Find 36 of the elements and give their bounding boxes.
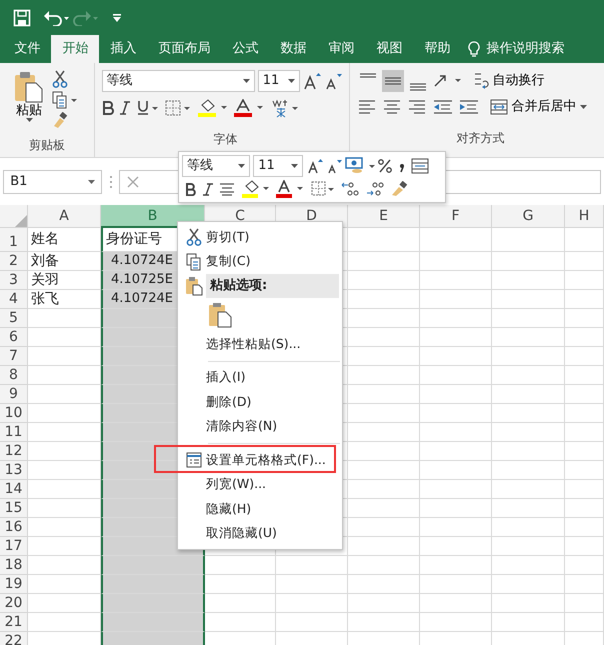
column-header[interactable]: F <box>420 205 492 228</box>
name-box[interactable]: B1 <box>3 170 102 194</box>
ribbon-tab[interactable]: 插入 <box>99 35 148 63</box>
ribbon-tab[interactable]: 公式 <box>221 35 270 63</box>
tell-me-search[interactable]: 操作说明搜索 <box>486 39 564 59</box>
menu-section-header: 粘贴选项: <box>206 274 339 298</box>
merge-center-button[interactable]: 合并后居中 <box>489 98 588 116</box>
ribbon-tab[interactable]: 开始 <box>51 35 100 63</box>
menu-item[interactable]: 删除(D) <box>178 390 342 414</box>
paste-button[interactable]: 粘贴 <box>13 70 45 128</box>
menu-item[interactable]: 设置单元格格式(F)... <box>178 448 342 472</box>
column-header[interactable]: A <box>28 205 101 228</box>
font-size-dropdown[interactable]: 11 <box>258 70 300 92</box>
menu-item[interactable]: 插入(I) <box>178 366 342 390</box>
group-label: 对齐方式 <box>455 130 506 146</box>
ribbon-tab[interactable]: 页面布局 <box>147 35 222 63</box>
font-size-dropdown[interactable]: 11 <box>253 155 304 177</box>
ribbon-tab[interactable]: 数据 <box>269 35 318 63</box>
menu-item[interactable]: 选择性粘贴(S)... <box>178 332 342 356</box>
menu-item[interactable]: 取消隐藏(U) <box>178 522 342 546</box>
ribbon-tab[interactable]: 视图 <box>365 35 414 63</box>
column-header[interactable]: G <box>492 205 565 228</box>
ribbon-tab[interactable]: 文件 <box>3 35 52 63</box>
menu-item[interactable]: 列宽(W)... <box>178 472 342 497</box>
column-header[interactable]: H <box>565 205 604 228</box>
column-header[interactable]: B <box>101 205 205 228</box>
group-label: 剪贴板 <box>28 136 66 154</box>
ribbon-tab[interactable]: 帮助 <box>413 35 462 63</box>
menu-item[interactable]: 清除内容(N) <box>178 414 342 439</box>
menu-item[interactable]: 隐藏(H) <box>178 497 342 522</box>
font-name-dropdown[interactable]: 等线 <box>182 155 250 177</box>
font-name-dropdown[interactable]: 等线 <box>102 70 254 92</box>
wrap-text-button[interactable]: 自动换行 <box>472 70 546 90</box>
ribbon-tab[interactable]: 审阅 <box>317 35 366 63</box>
group-label: 字体 <box>212 130 238 148</box>
column-header[interactable]: E <box>348 205 420 228</box>
